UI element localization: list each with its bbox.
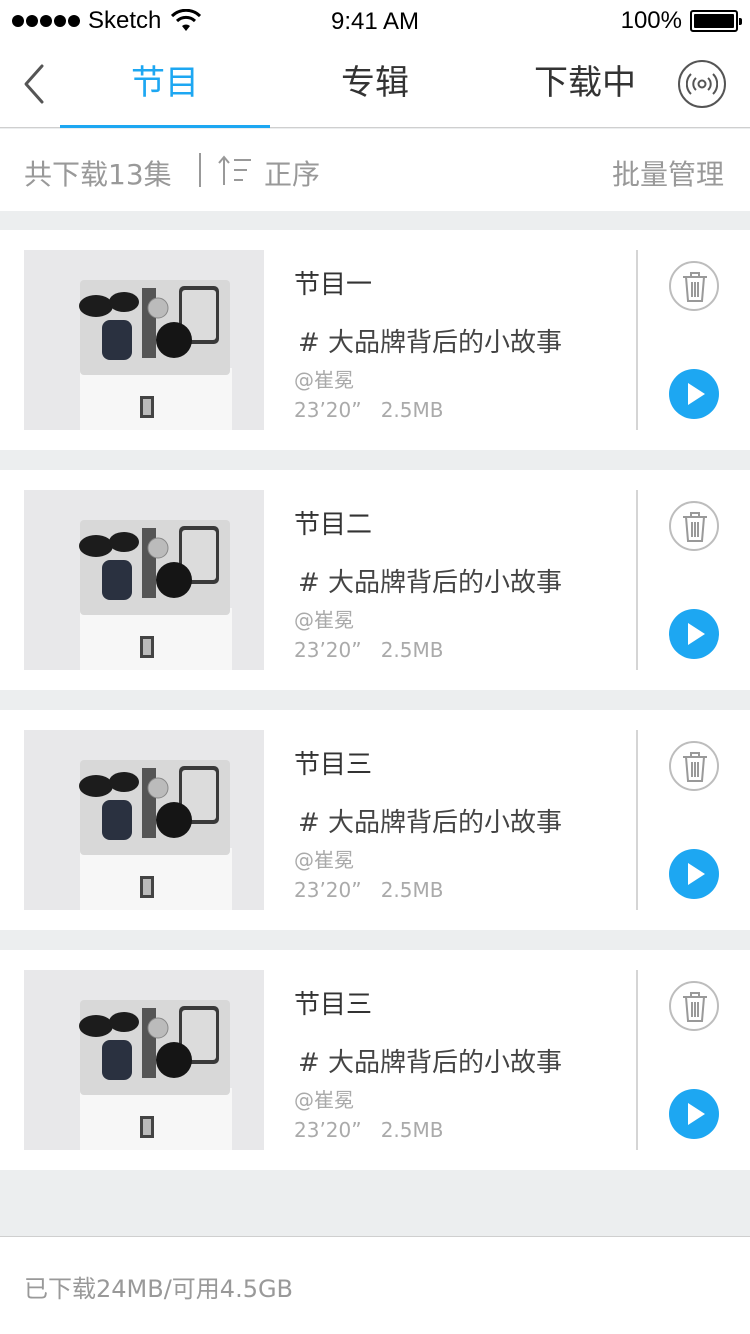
storage-info: 已下载24MB/可用4.5GB (24, 1275, 294, 1303)
program-size: 2.5MB (380, 638, 444, 662)
program-author: @崔冕 (294, 1088, 354, 1112)
list-item[interactable]: 节目三 # 大品牌背后的小故事 @崔冕 23’20” 2.5MB (0, 710, 750, 930)
program-thumbnail (24, 730, 264, 910)
chevron-left-icon[interactable] (18, 62, 52, 106)
program-meta: 23’20” 2.5MB (294, 878, 444, 902)
program-meta: 23’20” 2.5MB (294, 398, 444, 422)
list-item[interactable]: 节目一 # 大品牌背后的小故事 @崔冕 23’20” 2.5MB (0, 230, 750, 450)
status-right: 100% (620, 6, 742, 36)
program-size: 2.5MB (380, 398, 444, 422)
play-button[interactable] (669, 369, 719, 419)
program-duration: 23’20” (294, 878, 362, 902)
tab-downloading[interactable]: 下载中 (480, 58, 690, 108)
program-duration: 23’20” (294, 1118, 362, 1142)
download-count: 共下载13集 (24, 158, 172, 191)
play-button[interactable] (669, 609, 719, 659)
program-subtitle: # 大品牌背后的小故事 (298, 1048, 563, 1078)
trash-icon (683, 272, 707, 302)
program-duration: 23’20” (294, 398, 362, 422)
program-size: 2.5MB (380, 1118, 444, 1142)
battery-fill (694, 14, 734, 28)
batch-manage-button[interactable]: 批量管理 (612, 153, 724, 193)
card-divider (636, 730, 638, 910)
trash-icon (683, 752, 707, 782)
program-subtitle: # 大品牌背后的小故事 (298, 568, 563, 598)
tab-programs[interactable]: 节目 (60, 58, 270, 108)
program-thumbnail (24, 490, 264, 670)
battery-icon (690, 10, 742, 32)
program-title: 节目一 (294, 270, 373, 300)
program-subtitle: # 大品牌背后的小故事 (298, 328, 563, 358)
play-button[interactable] (669, 1089, 719, 1139)
nav-bar: 节目 专辑 下载中 (0, 40, 750, 128)
program-duration: 23’20” (294, 638, 362, 662)
program-thumbnail (24, 250, 264, 430)
program-size: 2.5MB (380, 878, 444, 902)
program-author: @崔冕 (294, 848, 354, 872)
program-title: 节目二 (294, 510, 373, 540)
list-item[interactable]: 节目三 # 大品牌背后的小故事 @崔冕 23’20” 2.5MB (0, 950, 750, 1170)
play-button[interactable] (669, 849, 719, 899)
delete-button[interactable] (669, 261, 719, 311)
program-author: @崔冕 (294, 608, 354, 632)
broadcast-button[interactable] (678, 60, 726, 108)
program-thumbnail (24, 970, 264, 1150)
program-title: 节目三 (294, 750, 373, 780)
delete-button[interactable] (669, 981, 719, 1031)
tab-albums[interactable]: 专辑 (270, 58, 480, 108)
battery-percent: 100% (620, 7, 682, 34)
trash-icon (683, 992, 707, 1022)
delete-button[interactable] (669, 741, 719, 791)
delete-button[interactable] (669, 501, 719, 551)
program-author: @崔冕 (294, 368, 354, 392)
broadcast-icon (686, 73, 718, 95)
card-divider (636, 490, 638, 670)
list-toolbar: 共下载13集 正序 批量管理 (0, 129, 750, 211)
list-item[interactable]: 节目二 # 大品牌背后的小故事 @崔冕 23’20” 2.5MB (0, 470, 750, 690)
status-bar: Sketch 9:41 AM 100% (0, 0, 750, 40)
card-divider (636, 250, 638, 430)
storage-footer: 已下载24MB/可用4.5GB (0, 1236, 750, 1334)
toolbar-divider (199, 153, 201, 187)
trash-icon (683, 512, 707, 542)
sort-icon[interactable] (218, 155, 252, 187)
card-divider (636, 970, 638, 1150)
program-meta: 23’20” 2.5MB (294, 638, 444, 662)
sort-order-button[interactable]: 正序 (264, 153, 320, 193)
program-title: 节目三 (294, 990, 373, 1020)
program-meta: 23’20” 2.5MB (294, 1118, 444, 1142)
active-tab-indicator (60, 125, 270, 128)
program-subtitle: # 大品牌背后的小故事 (298, 808, 563, 838)
